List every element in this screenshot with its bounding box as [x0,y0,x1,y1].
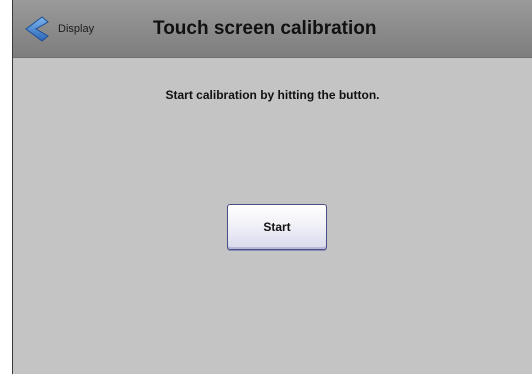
instruction-text: Start calibration by hitting the button. [165,88,380,102]
start-button[interactable]: Start [227,204,327,250]
calibration-screen: Display Touch screen calibration Start c… [12,0,532,374]
back-label: Display [58,23,95,35]
page-title: Touch screen calibration [153,18,377,39]
chevron-left-icon [25,16,49,42]
header-bar: Display Touch screen calibration [13,0,532,58]
back-button[interactable]: Display [22,14,94,44]
